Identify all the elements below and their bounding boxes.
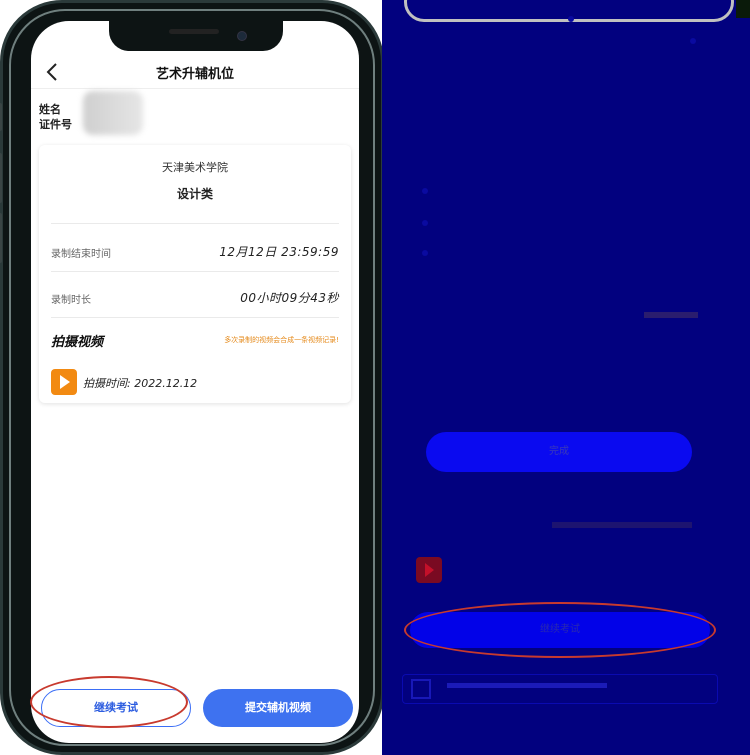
side-button-left-2 — [0, 153, 2, 203]
duration-label: 录制时长 — [51, 295, 91, 306]
video-section-hint: 多次录制的视频会合成一条视频记录! — [224, 336, 339, 344]
footer-text-placeholder — [447, 683, 607, 688]
blurred-personal-info — [83, 91, 143, 135]
video-play-icon[interactable] — [51, 369, 77, 395]
label-dot — [422, 250, 428, 256]
id-label: 证件号 — [39, 118, 72, 131]
label-dot — [422, 188, 428, 194]
name-label: 姓名 — [39, 103, 61, 116]
exam-category: 设计类 — [176, 187, 213, 201]
highlight-ellipse-right — [404, 602, 716, 658]
nav-bar: 艺术升辅机位 — [31, 55, 359, 89]
school-name: 天津美术学院 — [162, 161, 228, 174]
side-button-left-1 — [0, 103, 2, 131]
corner-mark — [736, 0, 750, 18]
side-button-left-3 — [0, 213, 2, 263]
divider — [51, 271, 339, 272]
right-primary-button[interactable]: 完成 — [426, 432, 692, 472]
left-phone-frame: 艺术升辅机位 姓名 证件号 天津美术学院 设计类 录制结束时间 12月12日 2… — [0, 0, 386, 755]
front-camera — [237, 31, 247, 41]
qr-code-icon — [411, 679, 431, 699]
duration-value: 00小时09分43秒 — [240, 291, 339, 305]
divider — [51, 317, 339, 318]
status-dot — [568, 16, 574, 22]
right-footer-bar — [402, 674, 718, 704]
exam-record-card: 天津美术学院 设计类 录制结束时间 12月12日 23:59:59 录制时长 0… — [39, 145, 351, 403]
faint-note — [552, 522, 692, 528]
end-time-label: 录制结束时间 — [51, 249, 111, 260]
video-record-time[interactable]: 拍摄时间: 2022.12.12 — [83, 375, 197, 391]
video-section-title: 拍摄视频 — [51, 335, 104, 350]
left-phone-screen: 艺术升辅机位 姓名 证件号 天津美术学院 设计类 录制结束时间 12月12日 2… — [31, 21, 359, 743]
speaker — [169, 29, 219, 34]
highlight-ellipse-left — [30, 676, 188, 728]
phone-notch — [109, 21, 283, 51]
end-time-value: 12月12日 23:59:59 — [219, 245, 339, 259]
label-dot — [422, 220, 428, 226]
divider — [51, 223, 339, 224]
status-dot — [690, 38, 696, 44]
page-title: 艺术升辅机位 — [155, 67, 234, 82]
faint-note — [644, 312, 698, 318]
video-play-icon[interactable] — [416, 557, 442, 583]
submit-video-button[interactable]: 提交辅机视频 — [203, 689, 353, 727]
